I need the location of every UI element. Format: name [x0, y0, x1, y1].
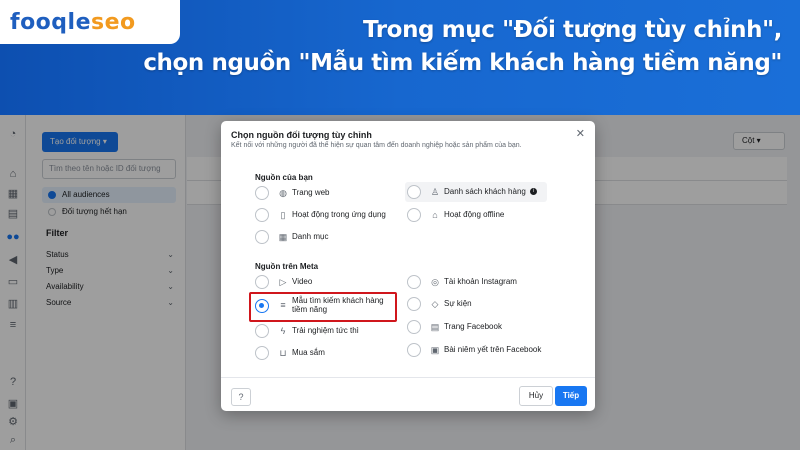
- source-option-catalog[interactable]: ▦ Danh mục: [255, 227, 400, 247]
- source-option-app-activity[interactable]: ▯ Hoạt động trong ứng dụng: [255, 205, 400, 225]
- source-option-facebook-page[interactable]: ▤ Trang Facebook: [407, 317, 557, 337]
- radio-button[interactable]: [407, 275, 421, 289]
- option-label: Tài khoản Instagram: [444, 277, 517, 286]
- option-label: Mua sắm: [292, 348, 325, 357]
- option-label: Trang web: [292, 188, 330, 197]
- headline-line-2: chọn nguồn "Mẫu tìm kiếm khách hàng tiềm…: [143, 50, 782, 76]
- option-label: Danh mục: [292, 232, 329, 241]
- source-option-shopping[interactable]: ⊔ Mua sắm: [255, 343, 400, 363]
- source-option-website[interactable]: ◍ Trang web: [255, 183, 400, 203]
- phone-icon: ▯: [280, 210, 286, 220]
- next-button[interactable]: Tiếp: [555, 386, 587, 406]
- instagram-icon: ◎: [431, 277, 439, 287]
- option-label: Danh sách khách hàng: [444, 187, 526, 196]
- dialog-title: Chọn nguồn đối tượng tùy chỉnh: [231, 130, 372, 140]
- source-option-offline-activity[interactable]: ⌂ Hoạt động offline: [407, 205, 549, 225]
- store-icon: ⌂: [432, 210, 438, 220]
- cancel-button[interactable]: Hủy: [519, 386, 553, 406]
- section-meta-sources: Nguồn trên Meta: [255, 262, 319, 271]
- source-option-instant-experience[interactable]: ϟ Trải nghiệm tức thì: [255, 321, 400, 341]
- info-icon[interactable]: i: [529, 188, 537, 196]
- person-icon: ♙: [430, 187, 440, 197]
- radio-button[interactable]: [407, 320, 421, 334]
- option-label: Bài niêm yết trên Facebook: [444, 345, 542, 354]
- radio-button[interactable]: [255, 275, 269, 289]
- radio-button[interactable]: [255, 186, 269, 200]
- banner: fooqleseo Trong mục "Đối tượng tùy chỉnh…: [0, 0, 800, 115]
- option-label: Sự kiện: [444, 299, 472, 308]
- annotation-highlight-box: [249, 292, 397, 322]
- grid-icon: ▦: [278, 232, 288, 242]
- source-option-instagram[interactable]: ◎ Tài khoản Instagram: [407, 272, 557, 292]
- listing-icon: ▣: [430, 345, 440, 355]
- option-label: Hoạt động trong ứng dụng: [292, 210, 386, 219]
- option-label: Video: [292, 277, 313, 286]
- section-your-sources: Nguồn của bạn: [255, 173, 313, 182]
- logo-text-part1: fooqle: [10, 9, 92, 35]
- radio-button[interactable]: [407, 343, 421, 357]
- page-icon: ▤: [430, 322, 440, 332]
- dialog-subtitle: Kết nối với những người đã thể hiện sự q…: [231, 142, 522, 149]
- custom-audience-source-dialog: Chọn nguồn đối tượng tùy chỉnh Kết nối v…: [221, 121, 595, 411]
- dialog-footer-divider: [221, 377, 595, 378]
- source-option-video[interactable]: ▷ Video: [255, 272, 400, 292]
- tag-icon: ◇: [431, 299, 439, 309]
- close-icon[interactable]: ✕: [576, 128, 585, 140]
- play-icon: ▷: [279, 277, 287, 287]
- globe-icon: ◍: [279, 188, 287, 198]
- source-option-events[interactable]: ◇ Sự kiện: [407, 294, 557, 314]
- radio-button[interactable]: [255, 346, 269, 360]
- help-button[interactable]: ?: [231, 388, 251, 406]
- radio-button[interactable]: [407, 297, 421, 311]
- option-label: Hoạt động offline: [444, 210, 505, 219]
- option-label: Trải nghiệm tức thì: [292, 326, 359, 335]
- headline: Trong mục "Đối tượng tùy chỉnh", chọn ng…: [143, 14, 782, 80]
- radio-button[interactable]: [407, 185, 421, 199]
- source-option-customer-list[interactable]: ♙ Danh sách khách hàng i: [405, 182, 547, 202]
- radio-button[interactable]: [255, 324, 269, 338]
- radio-button[interactable]: [255, 230, 269, 244]
- bolt-icon: ϟ: [280, 326, 286, 336]
- radio-button[interactable]: [407, 208, 421, 222]
- cart-icon: ⊔: [279, 348, 287, 358]
- radio-button[interactable]: [255, 208, 269, 222]
- logo-text-part2: seo: [91, 9, 136, 35]
- source-option-facebook-listings[interactable]: ▣ Bài niêm yết trên Facebook: [407, 340, 567, 360]
- option-label: Trang Facebook: [444, 322, 502, 331]
- headline-line-1: Trong mục "Đối tượng tùy chỉnh",: [362, 17, 782, 43]
